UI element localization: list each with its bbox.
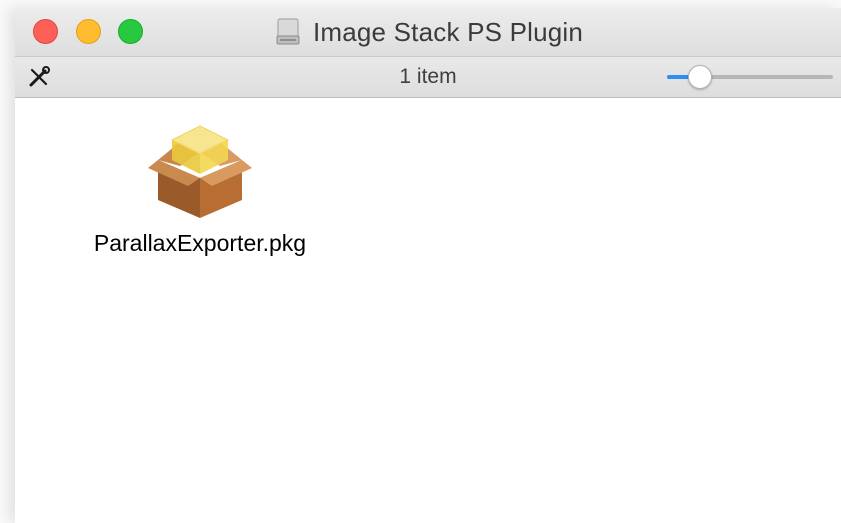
window-title-group: Image Stack PS Plugin: [15, 8, 841, 56]
file-browser-area[interactable]: ParallaxExporter.pkg: [15, 98, 841, 523]
finder-window: Image Stack PS Plugin 1 item ParallaxExp…: [15, 8, 841, 523]
screen: Image Stack PS Plugin 1 item ParallaxExp…: [0, 0, 841, 523]
icon-size-slider[interactable]: [667, 65, 833, 89]
window-title: Image Stack PS Plugin: [312, 16, 584, 47]
path-toolbar: 1 item: [15, 57, 841, 98]
disk-image-icon: [276, 18, 300, 45]
title-bar[interactable]: Image Stack PS Plugin: [15, 8, 841, 57]
file-name[interactable]: ParallaxExporter.pkg: [70, 230, 330, 257]
file-item[interactable]: ParallaxExporter.pkg: [70, 118, 330, 268]
slider-thumb[interactable]: [688, 65, 712, 89]
package-icon[interactable]: [148, 120, 252, 224]
